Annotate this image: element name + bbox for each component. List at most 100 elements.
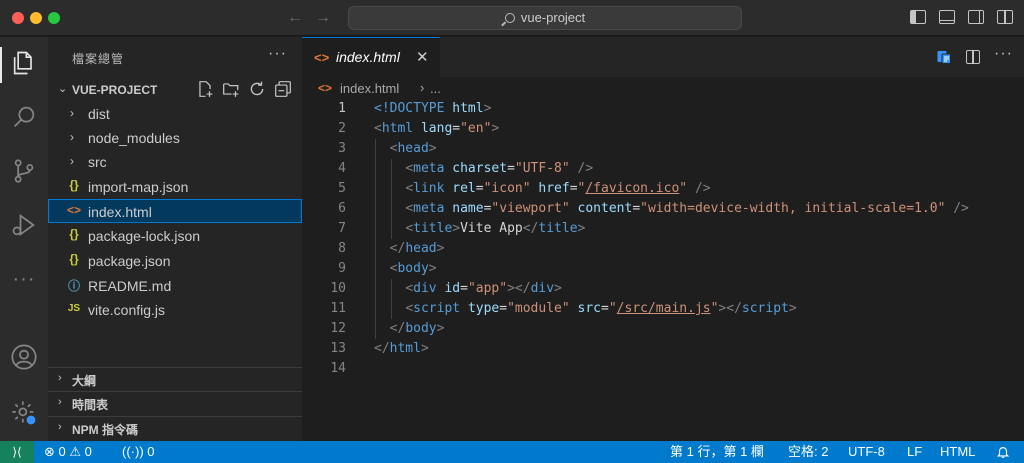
code-line: 10 <div id="app"></div>: [302, 279, 1024, 299]
code-line: 6 <meta name="viewport" content="width=d…: [302, 199, 1024, 219]
line-number: 10: [330, 281, 346, 296]
tree-item-package-json[interactable]: {} package.json: [48, 248, 302, 272]
explorer-sidebar: 檔案總管 ··· ⌄ VUE-PROJECT › dist › node_mod…: [48, 37, 302, 441]
tree-item-vite-config-js[interactable]: JS vite.config.js: [48, 297, 302, 321]
timeline-section-header[interactable]: › 時間表: [48, 391, 302, 413]
html-file-icon: <>: [314, 50, 330, 65]
tree-item-label: dist: [88, 106, 110, 122]
tree-item-label: index.html: [88, 204, 152, 220]
open-preview-icon[interactable]: [936, 49, 952, 65]
code-line: 5 <link rel="icon" href="/favicon.ico" /…: [302, 179, 1024, 199]
refresh-icon[interactable]: [248, 80, 266, 98]
code-line: 11 <script type="module" src="/src/main.…: [302, 299, 1024, 319]
line-number: 3: [338, 141, 346, 156]
line-number: 13: [330, 341, 346, 356]
section-label: 大綱: [72, 374, 97, 388]
encoding-status[interactable]: UTF-8: [848, 444, 885, 460]
new-folder-icon[interactable]: [222, 80, 240, 98]
npm-scripts-section-header[interactable]: › NPM 指令碼: [48, 416, 302, 438]
tree-item-node-modules[interactable]: › node_modules: [48, 125, 302, 149]
tree-item-index-html[interactable]: <> index.html: [48, 199, 302, 223]
explorer-more-actions-icon[interactable]: ···: [268, 45, 287, 63]
project-name: VUE-PROJECT: [72, 83, 158, 97]
split-editor-icon[interactable]: [966, 50, 980, 64]
line-number: 8: [338, 241, 346, 256]
tree-item-label: import-map.json: [88, 179, 189, 195]
tab-label: index.html: [336, 49, 400, 65]
more-views-icon[interactable]: ···: [8, 263, 40, 295]
tree-item-package-lock-json[interactable]: {} package-lock.json: [48, 223, 302, 247]
tree-item-dist[interactable]: › dist: [48, 101, 302, 125]
section-label: 時間表: [72, 398, 109, 412]
indentation-status[interactable]: 空格: 2: [788, 444, 828, 460]
toggle-secondary-sidebar-icon[interactable]: [968, 10, 984, 24]
tree-item-label: package.json: [88, 253, 171, 269]
ports-status[interactable]: ((·)) 0: [122, 444, 155, 460]
tree-item-readme-md[interactable]: ⓘ README.md: [48, 273, 302, 297]
tree-item-import-map-json[interactable]: {} import-map.json: [48, 174, 302, 198]
tree-item-label: package-lock.json: [88, 228, 201, 244]
chevron-right-icon: ›: [58, 396, 62, 408]
close-tab-icon[interactable]: ✕: [416, 48, 429, 66]
breadcrumb-file[interactable]: index.html: [340, 81, 399, 96]
code-line: 9 <body>: [302, 259, 1024, 279]
tree-item-label: src: [88, 154, 107, 170]
explorer-icon[interactable]: [8, 47, 40, 79]
tab-index-html[interactable]: <> index.html ✕: [302, 37, 440, 77]
code-line: 8 </head>: [302, 239, 1024, 259]
info-file-icon: ⓘ: [67, 279, 80, 293]
activity-bar: ···: [0, 37, 48, 441]
line-number: 14: [330, 361, 346, 376]
line-number: 4: [338, 161, 346, 176]
search-icon[interactable]: [8, 101, 40, 133]
breadcrumb-symbols[interactable]: ...: [430, 81, 441, 96]
editor-area: <> index.html ✕ ··· <> index.html › ... …: [302, 37, 1024, 441]
tree-item-label: README.md: [88, 278, 172, 294]
cursor-position[interactable]: 第 1 行，第 1 欄: [670, 444, 764, 460]
js-file-icon: JS: [67, 303, 81, 314]
status-bar: ⟩⟨ ⊗ 0 ⚠ 0 ((·)) 0 第 1 行，第 1 欄 空格: 2 UTF…: [0, 441, 1024, 463]
account-icon[interactable]: [8, 341, 40, 373]
chevron-right-icon: ›: [70, 130, 74, 144]
run-and-debug-icon[interactable]: [8, 209, 40, 241]
command-center-label: vue-project: [520, 10, 586, 25]
line-number: 12: [330, 321, 346, 336]
source-control-icon[interactable]: [8, 155, 40, 187]
chevron-right-icon: ›: [70, 154, 74, 168]
minimize-window-button[interactable]: [30, 12, 42, 24]
editor-more-actions-icon[interactable]: ···: [994, 45, 1012, 62]
close-window-button[interactable]: [12, 12, 24, 24]
chevron-right-icon: ›: [58, 421, 62, 433]
code-line: 7 <title>Vite App</title>: [302, 219, 1024, 239]
code-editor[interactable]: 1 <!DOCTYPE html> 2 <html lang="en"> 3 <…: [302, 99, 1024, 379]
back-arrow-icon[interactable]: ←: [287, 8, 303, 28]
language-mode[interactable]: HTML: [940, 444, 975, 460]
new-file-icon[interactable]: [196, 80, 214, 98]
chevron-right-icon: ›: [70, 106, 74, 120]
sidebar-title: 檔案總管: [72, 52, 125, 66]
line-number: 6: [338, 201, 346, 216]
forward-arrow-icon[interactable]: →: [315, 8, 331, 28]
chevron-right-icon: ›: [58, 372, 62, 384]
outline-section-header[interactable]: › 大綱: [48, 367, 302, 389]
eol-status[interactable]: LF: [907, 444, 922, 460]
zoom-window-button[interactable]: [48, 12, 60, 24]
code-line: 4 <meta charset="UTF-8" />: [302, 159, 1024, 179]
active-indicator: [0, 47, 2, 83]
code-line: 13 </html>: [302, 339, 1024, 359]
line-number: 1: [338, 101, 346, 116]
toggle-primary-sidebar-icon[interactable]: [910, 10, 926, 24]
problems-status[interactable]: ⊗ 0 ⚠ 0: [44, 444, 92, 460]
collapse-all-icon[interactable]: [274, 80, 292, 98]
notifications-bell-icon[interactable]: [996, 445, 1010, 459]
command-center-search[interactable]: vue-project: [348, 6, 742, 30]
toggle-panel-icon[interactable]: [939, 10, 955, 24]
code-line: 1 <!DOCTYPE html>: [302, 99, 1024, 119]
manage-gear-icon[interactable]: [8, 397, 40, 429]
remote-indicator-icon[interactable]: ⟩⟨: [0, 441, 34, 463]
json-file-icon: {}: [69, 227, 79, 241]
tree-item-label: node_modules: [88, 130, 180, 146]
customize-layout-icon[interactable]: [997, 10, 1013, 24]
tree-item-src[interactable]: › src: [48, 149, 302, 173]
breadcrumb: <> index.html › ...: [302, 77, 1024, 99]
